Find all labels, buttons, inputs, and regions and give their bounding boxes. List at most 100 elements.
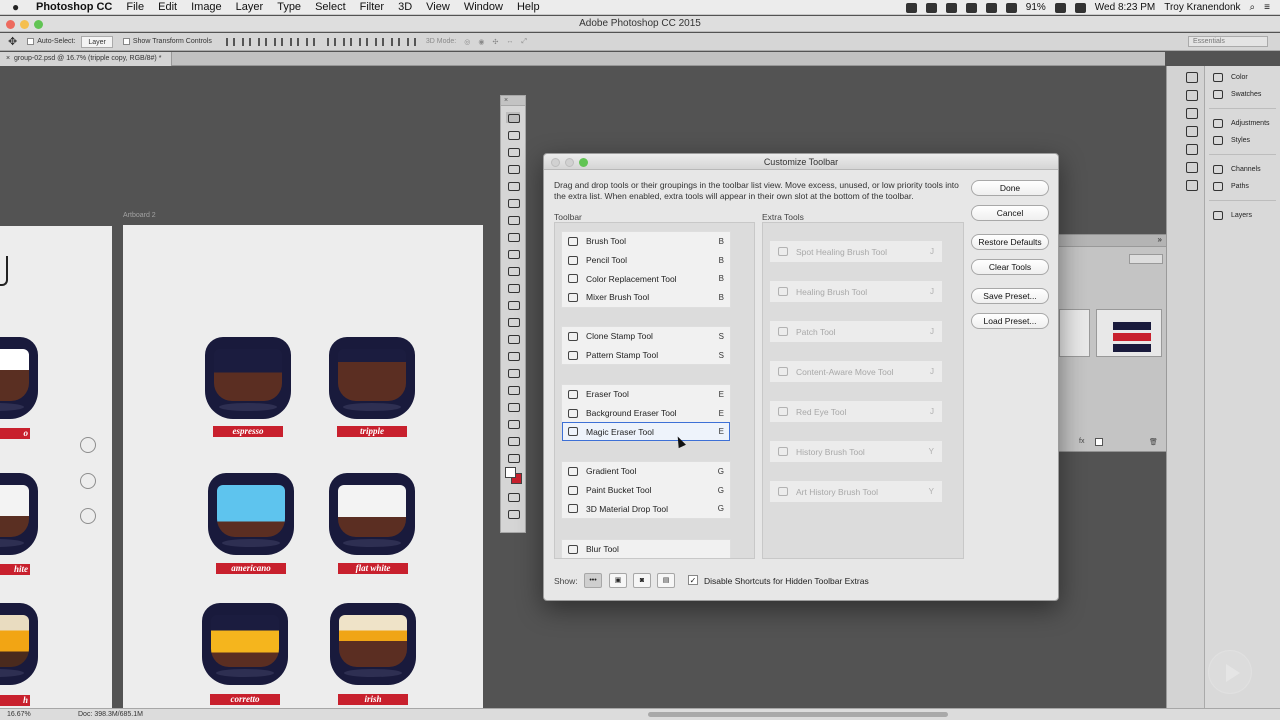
quick-select-tool-icon[interactable] — [506, 180, 520, 191]
3d-orbit-icon[interactable]: ◎ — [464, 38, 470, 46]
artboard-tool-icon[interactable] — [506, 129, 520, 140]
new-layer-icon[interactable] — [1095, 438, 1103, 446]
panel-adjustments[interactable]: Adjustments — [1205, 115, 1280, 132]
menu-3d[interactable]: 3D — [398, 1, 412, 13]
menu-edit[interactable]: Edit — [158, 1, 177, 13]
cup-flat-white[interactable] — [329, 473, 415, 555]
toolbar-list[interactable]: Brush Tool B Pencil Tool B Color Replaceme… — [554, 222, 755, 559]
layer-thumbnail-partial[interactable] — [1059, 309, 1090, 357]
align-bottom-icon[interactable] — [257, 37, 267, 46]
done-button[interactable]: Done — [971, 180, 1049, 196]
panel-paths[interactable]: Paths — [1205, 178, 1280, 195]
tool-row-mixer-brush[interactable]: Mixer Brush Tool B — [562, 288, 730, 307]
screen-icon[interactable] — [905, 2, 917, 13]
search-icon[interactable]: ⌕ — [1250, 2, 1256, 13]
tool-row-3d-material-drop[interactable]: 3D Material Drop Tool G — [562, 499, 730, 518]
quick-mask-icon[interactable] — [506, 491, 520, 502]
zoom-tool-icon[interactable] — [506, 418, 520, 429]
menu-filter[interactable]: Filter — [360, 1, 384, 13]
distribute-bottom-icon[interactable] — [358, 37, 368, 46]
tool-group-gradient[interactable]: Gradient Tool G Paint Bucket Tool G 3D Mat… — [561, 461, 731, 520]
bluetooth-icon[interactable] — [985, 2, 997, 13]
3d-slide-icon[interactable]: ↔ — [506, 38, 513, 45]
document-tab[interactable]: × group-02.psd @ 16.7% (tripple copy, RG… — [0, 52, 172, 66]
panel-layers[interactable]: Layers — [1205, 207, 1280, 224]
show-more-tools-button[interactable]: ••• — [584, 573, 602, 588]
move-tool-icon[interactable]: ✥ — [8, 35, 17, 48]
load-preset-button[interactable]: Load Preset... — [971, 313, 1049, 329]
tools-panel[interactable]: × — [500, 95, 526, 533]
panel-channels[interactable]: Channels — [1205, 161, 1280, 178]
screen-mode-icon[interactable] — [506, 508, 520, 519]
dodge-tool-icon[interactable] — [506, 316, 520, 327]
history-icon[interactable] — [1186, 72, 1198, 83]
3d-scale-icon[interactable]: ⤢ — [521, 38, 527, 46]
auto-select-dropdown[interactable]: Layer — [81, 35, 113, 48]
eyedropper-tool-icon[interactable] — [506, 214, 520, 225]
radio-circle-2[interactable] — [80, 473, 96, 489]
dialog-close-icon[interactable] — [551, 158, 560, 167]
tool-row-paint-bucket[interactable]: Paint Bucket Tool G — [562, 481, 730, 500]
panel-swatches[interactable]: Swatches — [1205, 86, 1280, 103]
hand-tool-icon[interactable] — [506, 401, 520, 412]
ellipse-tool-icon[interactable] — [506, 384, 520, 395]
lasso-tool-icon[interactable] — [506, 163, 520, 174]
close-icon[interactable] — [6, 20, 15, 29]
doc-size[interactable]: Doc: 398.3M/685.1M — [78, 709, 143, 720]
foreground-color-swatch[interactable] — [505, 467, 516, 478]
wifi-icon[interactable] — [1074, 2, 1086, 13]
clear-tools-button[interactable]: Clear Tools — [971, 259, 1049, 275]
transform-controls-checkbox[interactable] — [122, 38, 130, 45]
floating-layers-panel[interactable]: » fx 🗑 — [1058, 234, 1173, 452]
extra-tool-healing-brush[interactable]: Healing Brush Tool J — [769, 280, 943, 303]
show-screen-mode-button[interactable]: ▤ — [657, 573, 675, 588]
tools-panel-header[interactable]: × — [501, 96, 525, 106]
clone-stamp-tool-icon[interactable] — [506, 248, 520, 259]
marquee-tool-icon[interactable] — [506, 146, 520, 157]
tool-row-magic-eraser[interactable]: Magic Eraser Tool E — [562, 422, 730, 442]
menu-view[interactable]: View — [426, 1, 450, 13]
radio-circle-1[interactable] — [80, 437, 96, 453]
clock[interactable]: Wed 8:23 PM — [1095, 2, 1155, 13]
radio-circle-3[interactable] — [80, 508, 96, 524]
menu-layer[interactable]: Layer — [236, 1, 264, 13]
zoom-icon[interactable] — [34, 20, 43, 29]
tool-group-blur[interactable]: Blur Tool — [561, 539, 731, 558]
notifications-icon[interactable]: ≡ — [1264, 2, 1270, 13]
eraser-tool-icon[interactable] — [506, 265, 520, 276]
save-preset-button[interactable]: Save Preset... — [971, 288, 1049, 304]
tool-row-brush[interactable]: Brush Tool B — [562, 232, 730, 251]
location-icon[interactable] — [925, 2, 937, 13]
cup-espresso[interactable] — [205, 337, 291, 419]
extra-tool-red-eye[interactable]: Red Eye Tool J — [769, 400, 943, 423]
tool-group-brush[interactable]: Brush Tool B Pencil Tool B Color Replaceme… — [561, 231, 731, 308]
trash-icon[interactable]: 🗑 — [1149, 438, 1158, 446]
3d-pan-icon[interactable]: ✣ — [492, 38, 498, 46]
blur-tool-icon[interactable] — [506, 299, 520, 310]
restore-defaults-button[interactable]: Restore Defaults — [971, 234, 1049, 250]
properties-icon[interactable] — [1186, 108, 1198, 119]
cup-partial-1[interactable] — [0, 337, 38, 419]
glyphs-icon[interactable] — [1186, 162, 1198, 173]
cup-partial-3[interactable] — [0, 603, 38, 685]
creative-cloud-icon[interactable] — [965, 2, 977, 13]
cup-americano[interactable] — [208, 473, 294, 555]
swap-colors-icon[interactable] — [506, 452, 520, 463]
volume-icon[interactable] — [1005, 2, 1017, 13]
tool-row-pattern-stamp[interactable]: Pattern Stamp Tool S — [562, 346, 730, 365]
zoom-level[interactable]: 16.67% — [7, 709, 31, 720]
align-left-icon[interactable] — [273, 37, 283, 46]
panel-color[interactable]: Color — [1205, 69, 1280, 86]
path-select-tool-icon[interactable] — [506, 367, 520, 378]
align-hcenter-icon[interactable] — [289, 37, 299, 46]
cup-tripple[interactable] — [329, 337, 415, 419]
menu-select[interactable]: Select — [315, 1, 346, 13]
minimize-icon[interactable] — [20, 20, 29, 29]
extra-tools-list[interactable]: Spot Healing Brush Tool J Healing Brush T… — [762, 222, 964, 559]
extra-tool-patch[interactable]: Patch Tool J — [769, 320, 943, 343]
pen-tool-icon[interactable] — [506, 333, 520, 344]
menu-help[interactable]: Help — [517, 1, 540, 13]
actions-play-icon[interactable] — [1186, 90, 1198, 101]
paragraph-icon[interactable] — [1186, 144, 1198, 155]
tool-row-gradient[interactable]: Gradient Tool G — [562, 462, 730, 481]
